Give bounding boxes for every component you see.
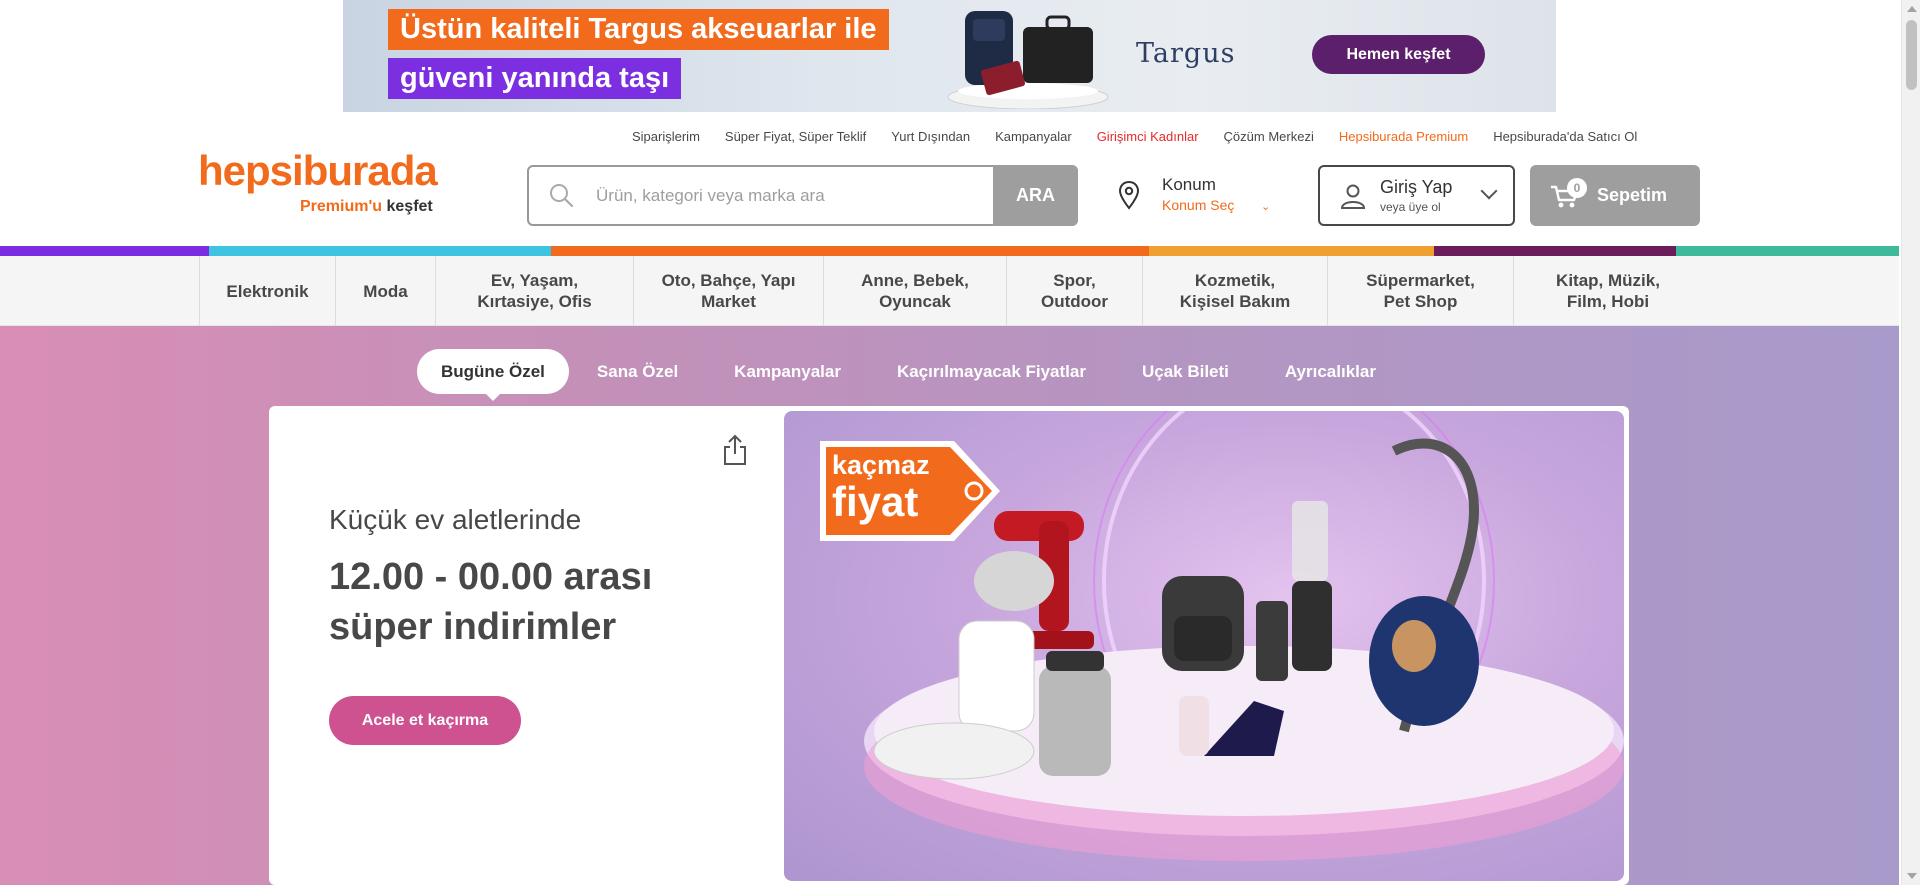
ad-brand-logo: Targus bbox=[1136, 38, 1236, 69]
hepsiburada-logo[interactable]: hepsiburada Premium'u keşfet bbox=[198, 147, 438, 216]
search-bar: ARA bbox=[527, 165, 1078, 226]
scroll-thumb[interactable] bbox=[1906, 20, 1917, 90]
top-link[interactable]: Girişimci Kadınlar bbox=[1097, 129, 1199, 144]
ad-products-image bbox=[947, 11, 1109, 109]
tag-line-2: fiyat bbox=[832, 478, 919, 525]
ad-headline-1: Üstün kaliteli Targus akseuarlar ile bbox=[388, 9, 889, 50]
location-title: Konum bbox=[1162, 175, 1216, 194]
cart-label: Sepetim bbox=[1597, 185, 1668, 205]
login-title: Giriş Yap bbox=[1380, 177, 1453, 197]
chevron-down-icon bbox=[1480, 182, 1498, 200]
search-input[interactable] bbox=[596, 167, 986, 224]
strip-segment bbox=[1149, 246, 1434, 256]
category-item[interactable]: Elektronik bbox=[199, 256, 335, 326]
search-icon bbox=[550, 184, 573, 207]
ad-headline-2: güveni yanında taşı bbox=[388, 58, 682, 99]
page-scrollbar[interactable] bbox=[1901, 0, 1920, 885]
hero-section: Bugüne Özel Sana Özel Kampanyalar Kaçırılma… bbox=[0, 326, 1899, 885]
brand-color-strip bbox=[0, 246, 1899, 256]
category-item[interactable]: Kitap, Müzik, Film, Hobi bbox=[1513, 256, 1702, 326]
promo-title: 12.00 - 00.00 arası süper indirimler bbox=[329, 556, 653, 648]
category-item[interactable]: Oto, Bahçe, Yapı Market bbox=[633, 256, 823, 326]
promo-cta-button[interactable]: Acele et kaçırma bbox=[329, 696, 521, 745]
category-item[interactable]: Spor, Outdoor bbox=[1006, 256, 1142, 326]
hero-tab[interactable]: Ayrıcalıklar bbox=[1257, 349, 1404, 394]
login-subtitle: veya üye ol bbox=[1380, 200, 1441, 214]
category-nav: Elektronik Moda Ev, Yaşam, Kırtasiye, Ofis… bbox=[0, 256, 1899, 326]
top-utility-links: Siparişlerim Süper Fiyat, Süper Teklif Yur… bbox=[632, 129, 1662, 144]
top-link[interactable]: Hepsiburada Premium bbox=[1339, 129, 1468, 144]
cart-count-badge: 0 bbox=[1567, 178, 1587, 198]
category-item[interactable]: Moda bbox=[335, 256, 435, 326]
strip-segment bbox=[209, 246, 551, 256]
search-button[interactable]: ARA bbox=[993, 165, 1078, 226]
category-item[interactable]: Anne, Bebek, Oyuncak bbox=[823, 256, 1006, 326]
hero-tab[interactable]: Bugüne Özel bbox=[417, 349, 569, 401]
ad-banner[interactable]: Üstün kaliteli Targus akseuarlar ile güv… bbox=[343, 0, 1556, 112]
top-link[interactable]: Çözüm Merkezi bbox=[1224, 129, 1314, 144]
premium-rest: keşfet bbox=[386, 198, 433, 215]
promo-card[interactable]: Küçük ev aletlerinde 12.00 - 00.00 arası… bbox=[269, 406, 1629, 885]
premium-highlight: Premium'u bbox=[300, 198, 383, 215]
promo-subtitle: Küçük ev aletlerinde bbox=[329, 504, 582, 535]
strip-segment bbox=[1434, 246, 1676, 256]
location-select-link: Konum Seç bbox=[1162, 197, 1235, 213]
chevron-down-icon: ⌄ bbox=[1261, 201, 1271, 213]
user-icon bbox=[1340, 184, 1366, 209]
top-link[interactable]: Yurt Dışından bbox=[891, 129, 970, 144]
top-link[interactable]: Kampanyalar bbox=[995, 129, 1072, 144]
category-item[interactable]: Kozmetik, Kişisel Bakım bbox=[1142, 256, 1327, 326]
logo-premium-tagline[interactable]: Premium'u keşfet bbox=[300, 198, 433, 216]
hero-tab[interactable]: Kampanyalar bbox=[706, 349, 869, 394]
top-link[interactable]: Siparişlerim bbox=[632, 129, 700, 144]
top-link[interactable]: Hepsiburada'da Satıcı Ol bbox=[1493, 129, 1637, 144]
hero-tabs: Bugüne Özel Sana Özel Kampanyalar Kaçırılma… bbox=[417, 349, 1404, 401]
logo-wordmark: hepsiburada bbox=[198, 147, 438, 194]
scroll-up-arrow-icon[interactable] bbox=[1907, 6, 1917, 12]
strip-segment bbox=[551, 246, 1149, 256]
top-link[interactable]: Süper Fiyat, Süper Teklif bbox=[725, 129, 866, 144]
tag-line-1: kaçmaz bbox=[832, 450, 930, 480]
hero-tab[interactable]: Kaçırılmayacak Fiyatlar bbox=[869, 349, 1114, 394]
scroll-down-arrow-icon[interactable] bbox=[1907, 873, 1917, 879]
ad-cta-button[interactable]: Hemen keşfet bbox=[1312, 35, 1485, 74]
location-pin-icon bbox=[1118, 180, 1140, 210]
location-selector[interactable]: Konum Konum Seç ⌄ bbox=[1118, 172, 1278, 222]
strip-segment bbox=[0, 246, 209, 256]
login-button[interactable]: Giriş Yap veya üye ol bbox=[1318, 165, 1515, 226]
cart-button[interactable]: 0 Sepetim bbox=[1530, 165, 1700, 226]
category-item[interactable]: Süpermarket, Pet Shop bbox=[1327, 256, 1513, 326]
hero-tab[interactable]: Sana Özel bbox=[569, 349, 706, 394]
hero-tab[interactable]: Uçak Bileti bbox=[1114, 349, 1257, 394]
share-icon[interactable] bbox=[722, 434, 748, 466]
category-item[interactable]: Ev, Yaşam, Kırtasiye, Ofis bbox=[435, 256, 633, 326]
kacmaz-fiyat-tag: kaçmaz fiyat bbox=[832, 449, 930, 523]
promo-banner-image[interactable]: kaçmaz fiyat bbox=[784, 411, 1624, 881]
strip-segment bbox=[1676, 246, 1899, 256]
